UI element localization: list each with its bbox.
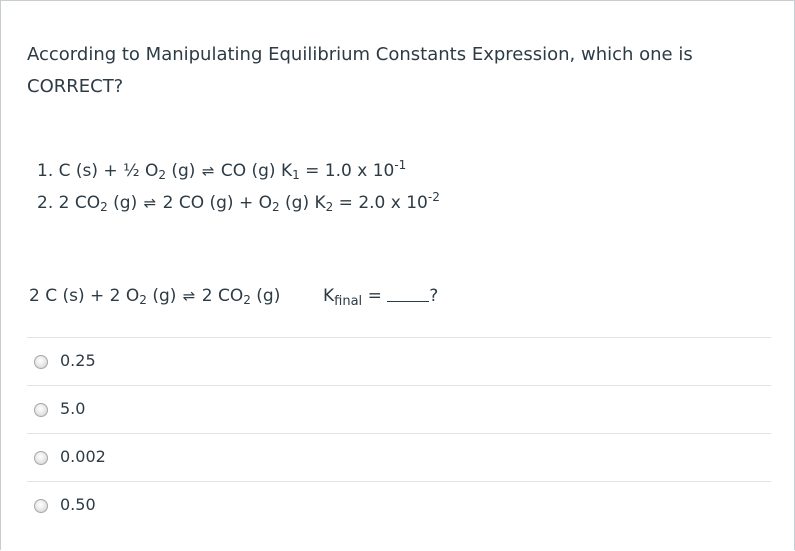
equation-2-k-value: = 2.0 x 10	[333, 193, 428, 213]
answer-option[interactable]: 0.25	[27, 337, 771, 385]
radio-button[interactable]	[34, 451, 48, 465]
answer-option[interactable]: 0.50	[27, 481, 771, 529]
subscript: 2	[271, 200, 280, 214]
answer-list: 0.25 5.0 0.002 0.50	[27, 337, 771, 529]
exponent: -1	[394, 158, 407, 172]
equation-2: 2. 2 CO2 (g) ⇌ 2 CO (g) + O2 (g) K2 = 2.…	[37, 190, 440, 214]
k-symbol: K	[323, 286, 335, 306]
equation-2-state: (g)	[107, 193, 143, 213]
radio-button[interactable]	[34, 403, 48, 417]
equation-2-products: 2 CO (g) + O	[157, 193, 272, 213]
equals-sign: =	[362, 286, 388, 306]
subscript: 2	[139, 293, 147, 307]
k-final-expression: Kfinal = ?	[323, 286, 439, 309]
equilibrium-arrow-icon: ⇌	[143, 194, 157, 212]
equation-2-text: 2. 2 CO	[37, 193, 101, 213]
target-equation: 2 C (s) + 2 O2 (g) ⇌ 2 CO2 (g)	[29, 286, 280, 306]
answer-label[interactable]: 0.002	[60, 447, 106, 466]
k-subscript: 1	[292, 168, 300, 182]
radio-button[interactable]	[34, 355, 48, 369]
question-text: According to Manipulating Equilibrium Co…	[27, 44, 693, 97]
equilibrium-arrow-icon: ⇌	[201, 162, 215, 180]
answer-option[interactable]: 0.002	[27, 433, 771, 481]
subscript: 2	[243, 293, 251, 307]
subscript: 2	[100, 200, 108, 214]
k-final-subscript: final	[334, 294, 363, 309]
answer-label[interactable]: 0.50	[60, 495, 96, 514]
answer-label[interactable]: 5.0	[60, 399, 85, 418]
target-state: (g)	[146, 286, 182, 306]
equation-2-k: (g) K	[279, 193, 326, 213]
equation-1-k-value: = 1.0 x 10	[299, 161, 395, 181]
subscript: 2	[158, 168, 166, 182]
question-panel: According to Manipulating Equilibrium Co…	[0, 0, 795, 550]
equation-1-text: 1. C (s) + ½ O	[37, 161, 159, 181]
equation-1: 1. C (s) + ½ O2 (g) ⇌ CO (g) K1 = 1.0 x …	[37, 158, 407, 182]
target-reactants: 2 C (s) + 2 O	[29, 286, 140, 306]
answer-option[interactable]: 5.0	[27, 385, 771, 433]
radio-button[interactable]	[34, 499, 48, 513]
answer-blank	[387, 287, 430, 302]
target-product-state: (g)	[250, 286, 281, 306]
question-mark: ?	[429, 286, 439, 306]
answer-label[interactable]: 0.25	[60, 351, 96, 370]
target-product: 2 CO	[196, 286, 244, 306]
equation-1-product: CO (g) K	[215, 161, 293, 181]
equilibrium-arrow-icon: ⇌	[182, 287, 196, 305]
equation-1-state: (g)	[165, 161, 201, 181]
exponent: -2	[427, 190, 440, 204]
